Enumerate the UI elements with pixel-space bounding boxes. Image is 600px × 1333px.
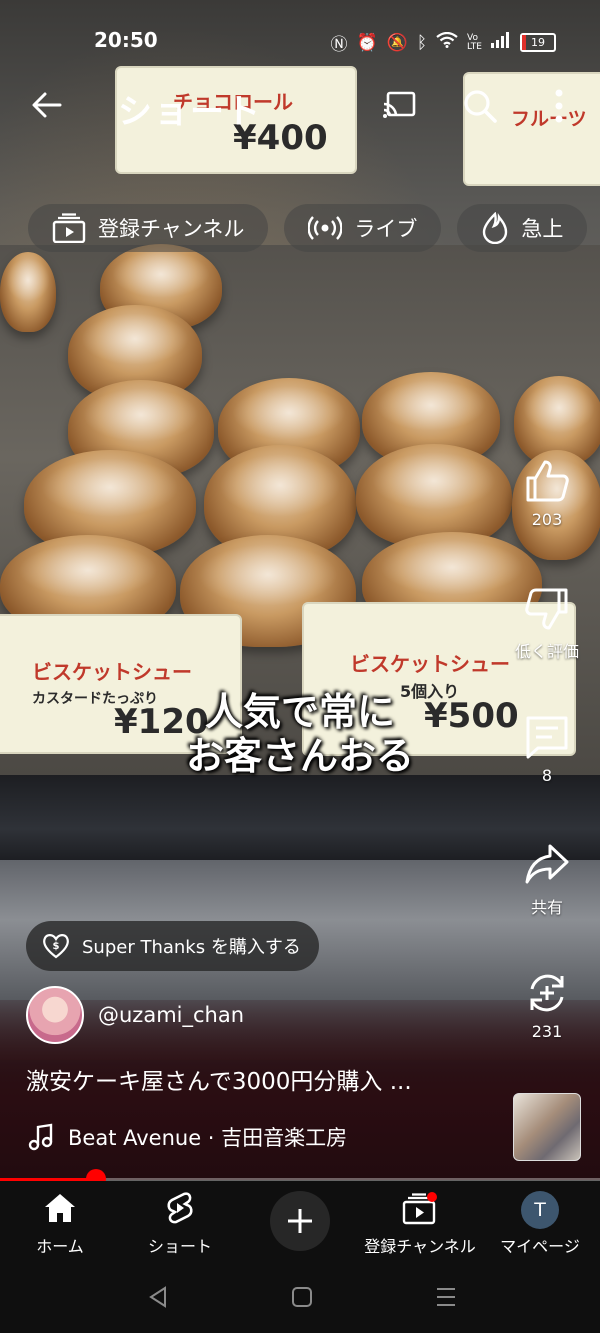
chip-label: 登録チャンネル <box>98 217 245 241</box>
chip-trending[interactable]: 急上 <box>457 204 588 252</box>
page-title: ショート <box>118 92 262 132</box>
back-arrow-icon <box>32 92 62 118</box>
nav-label: マイページ <box>500 1237 580 1256</box>
system-nav-bar <box>0 1266 600 1333</box>
comment-count: 8 <box>541 766 553 785</box>
nav-label: ホーム <box>36 1237 84 1256</box>
shorts-icon <box>167 1192 193 1224</box>
video-title[interactable]: 激安ケーキ屋さんで3000円分購入 ... <box>26 1062 412 1096</box>
nav-subscriptions[interactable]: 登録チャンネル <box>360 1191 480 1257</box>
bottom-nav: ホーム ショート 登録チャンネル T マイページ <box>0 1181 600 1266</box>
shorts-header: ショート <box>0 82 600 132</box>
music-row[interactable]: Beat Avenue · 吉田音楽工房 <box>28 1122 347 1152</box>
system-home-icon[interactable] <box>291 1286 313 1308</box>
music-label: Beat Avenue · 吉田音楽工房 <box>68 1126 348 1150</box>
wifi-icon <box>436 31 458 53</box>
search-icon <box>464 90 497 123</box>
status-bar: 20:50 Ⓝ ⏰ 🔕 ᛒ Vo LTE 19 <box>0 28 600 56</box>
share-button[interactable]: 共有 <box>508 842 586 918</box>
chip-subscriptions[interactable]: 登録チャンネル <box>28 204 269 252</box>
battery-level: 19 <box>531 36 545 49</box>
thumbs-up-icon <box>526 460 569 502</box>
status-icons: Ⓝ ⏰ 🔕 ᛒ Vo LTE 19 <box>330 30 556 55</box>
dislike-label: 低く評価 <box>514 642 579 661</box>
status-time: 20:50 <box>94 28 158 52</box>
back-button[interactable] <box>30 88 64 122</box>
super-thanks-icon: $ <box>43 934 69 959</box>
nav-my-page[interactable]: T マイページ <box>480 1191 600 1257</box>
trending-icon <box>483 212 508 244</box>
subscriptions-icon <box>402 1192 437 1225</box>
channel-row[interactable]: @uzami_chan <box>26 986 244 1044</box>
bluetooth-icon: ᛒ <box>416 32 428 53</box>
music-note-icon <box>28 1123 53 1151</box>
subscriptions-icon <box>52 213 86 243</box>
channel-avatar[interactable] <box>26 986 84 1044</box>
super-thanks-label: Super Thanks を購入する <box>82 937 301 958</box>
account-avatar: T <box>521 1191 559 1229</box>
comment-icon <box>526 716 568 759</box>
search-button[interactable] <box>462 88 498 124</box>
like-count: 203 <box>531 510 563 529</box>
remix-count: 231 <box>531 1022 563 1041</box>
system-recents-icon[interactable] <box>434 1286 458 1308</box>
cast-icon <box>383 91 416 118</box>
battery-icon: 19 <box>520 33 556 52</box>
remix-button[interactable]: 231 <box>508 970 586 1041</box>
dislike-button[interactable]: 低く評価 <box>508 586 586 662</box>
nav-home[interactable]: ホーム <box>0 1191 120 1257</box>
svg-text:$: $ <box>53 941 60 952</box>
super-thanks-button[interactable]: $ Super Thanks を購入する <box>26 921 319 971</box>
more-options-button[interactable] <box>552 88 566 124</box>
signal-icon <box>491 32 511 53</box>
sound-thumbnail[interactable] <box>513 1093 581 1161</box>
mute-icon: 🔕 <box>386 32 408 53</box>
live-icon <box>308 216 343 240</box>
volte-icon: Vo LTE <box>467 32 482 52</box>
nfc-icon: Ⓝ <box>330 35 348 55</box>
nav-label: 登録チャンネル <box>364 1237 476 1256</box>
pastry <box>0 252 56 332</box>
share-icon <box>525 844 569 884</box>
chip-label: 急上 <box>521 217 564 241</box>
more-vert-icon <box>555 89 563 123</box>
chip-live[interactable]: ライブ <box>284 204 442 252</box>
alarm-icon: ⏰ <box>356 32 378 53</box>
create-button[interactable] <box>270 1191 330 1251</box>
comments-button[interactable]: 8 <box>508 714 586 785</box>
chip-label: ライブ <box>354 217 418 241</box>
like-button[interactable]: 203 <box>508 458 586 529</box>
cast-button[interactable] <box>382 90 416 120</box>
thumbs-down-icon <box>525 588 568 630</box>
filter-chips: 登録チャンネル ライブ 急上 <box>28 204 588 252</box>
share-label: 共有 <box>530 898 563 917</box>
nav-shorts[interactable]: ショート <box>120 1191 240 1257</box>
nav-label: ショート <box>147 1237 212 1256</box>
channel-name[interactable]: @uzami_chan <box>98 1003 244 1027</box>
system-back-icon[interactable] <box>147 1286 169 1308</box>
plus-icon <box>288 1209 312 1233</box>
home-icon <box>45 1194 75 1222</box>
remix-icon <box>530 974 564 1012</box>
